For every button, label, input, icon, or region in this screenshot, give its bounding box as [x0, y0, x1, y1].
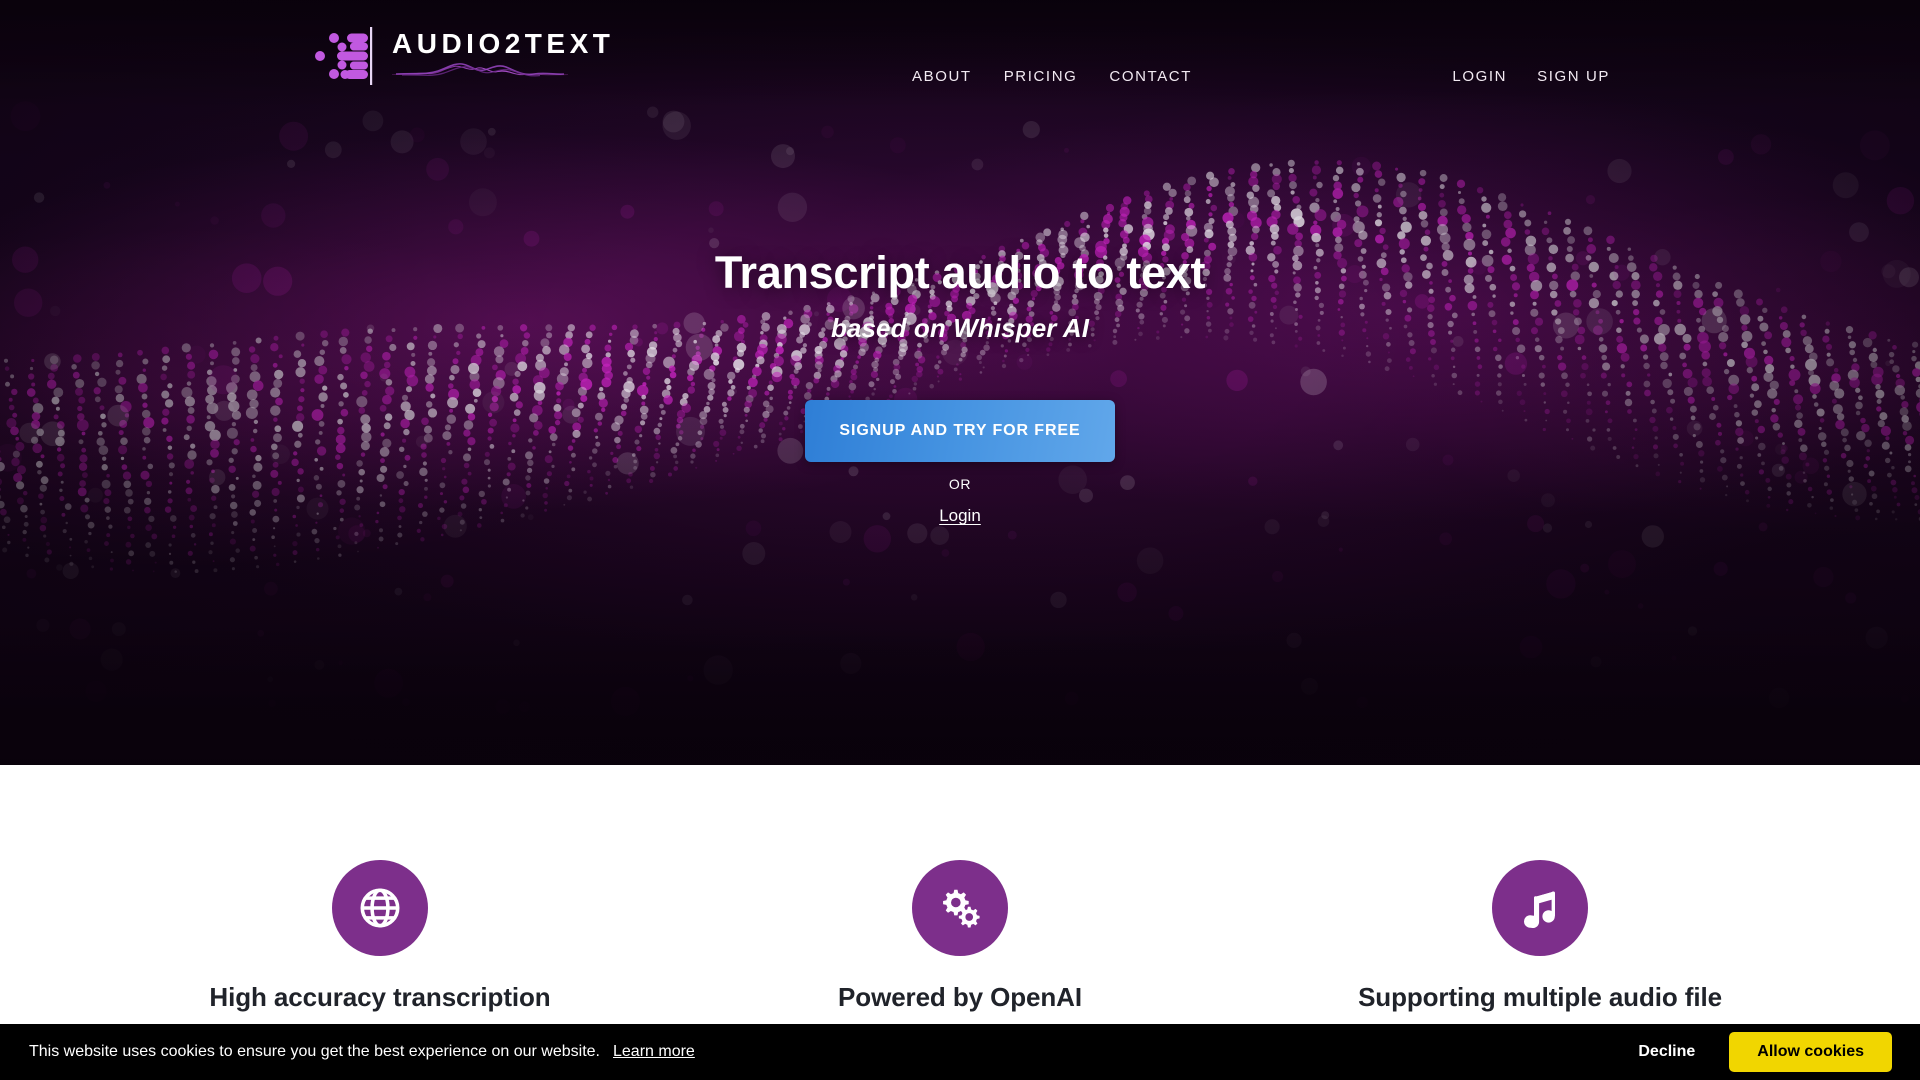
hero-content: Transcript audio to text based on Whispe… [0, 247, 1920, 526]
site-header: AUDIO2TEXT ABOUT PRICING CONTACT LOGIN S… [0, 0, 1920, 130]
feature-icon-circle [1492, 860, 1588, 956]
hero-cta-group: SIGNUP AND TRY FOR FREE OR Login [0, 400, 1920, 526]
brand-logo[interactable]: AUDIO2TEXT [312, 22, 614, 90]
feature-title: Supporting multiple audio file [1358, 982, 1722, 1012]
feature-icon-circle [912, 860, 1008, 956]
cookie-decline-button[interactable]: Decline [1628, 1037, 1705, 1067]
nav-link-about[interactable]: ABOUT [912, 68, 972, 85]
feature-row: High accuracy transcription Powered by O… [0, 860, 1920, 1014]
or-divider-label: OR [948, 476, 972, 493]
audio-waveform-bars-logo [315, 27, 373, 85]
cookie-allow-button[interactable]: Allow cookies [1729, 1032, 1892, 1072]
hero-title: Transcript audio to text [714, 247, 1206, 298]
music-note-icon [1524, 891, 1555, 929]
brand-name: AUDIO2TEXT [392, 28, 615, 59]
auth-navigation: LOGIN SIGN UP [1452, 68, 1610, 85]
feature-title: Powered by OpenAI [838, 982, 1082, 1012]
feature-title: High accuracy transcription [209, 982, 551, 1012]
hero-subtitle: based on Whisper AI [830, 313, 1090, 344]
nav-link-contact[interactable]: CONTACT [1109, 68, 1192, 85]
nav-link-signup[interactable]: SIGN UP [1537, 68, 1610, 85]
feature-high-accuracy: High accuracy transcription [180, 860, 580, 1014]
gears-icon [943, 889, 980, 928]
cookie-actions: Decline Allow cookies [1628, 1032, 1892, 1072]
feature-audio-formats: Supporting multiple audio file [1340, 860, 1740, 1014]
feature-icon-circle [332, 860, 428, 956]
soundwave-underline-icon [392, 63, 568, 77]
globe-icon [360, 888, 400, 928]
cookie-message: This website uses cookies to ensure you … [29, 1043, 600, 1060]
cookie-learn-more-link[interactable]: Learn more [613, 1043, 695, 1061]
cookie-consent-banner: This website uses cookies to ensure you … [0, 1024, 1920, 1080]
nav-link-login[interactable]: LOGIN [1452, 68, 1507, 85]
signup-cta-button[interactable]: SIGNUP AND TRY FOR FREE [805, 400, 1115, 463]
feature-openai: Powered by OpenAI [760, 860, 1160, 1014]
brand-wordmark: AUDIO2TEXT [392, 30, 614, 82]
primary-navigation: ABOUT PRICING CONTACT [912, 68, 1192, 85]
hero-section: AUDIO2TEXT ABOUT PRICING CONTACT LOGIN S… [0, 0, 1920, 765]
hero-login-link[interactable]: Login [939, 506, 981, 526]
nav-link-pricing[interactable]: PRICING [1004, 68, 1078, 85]
